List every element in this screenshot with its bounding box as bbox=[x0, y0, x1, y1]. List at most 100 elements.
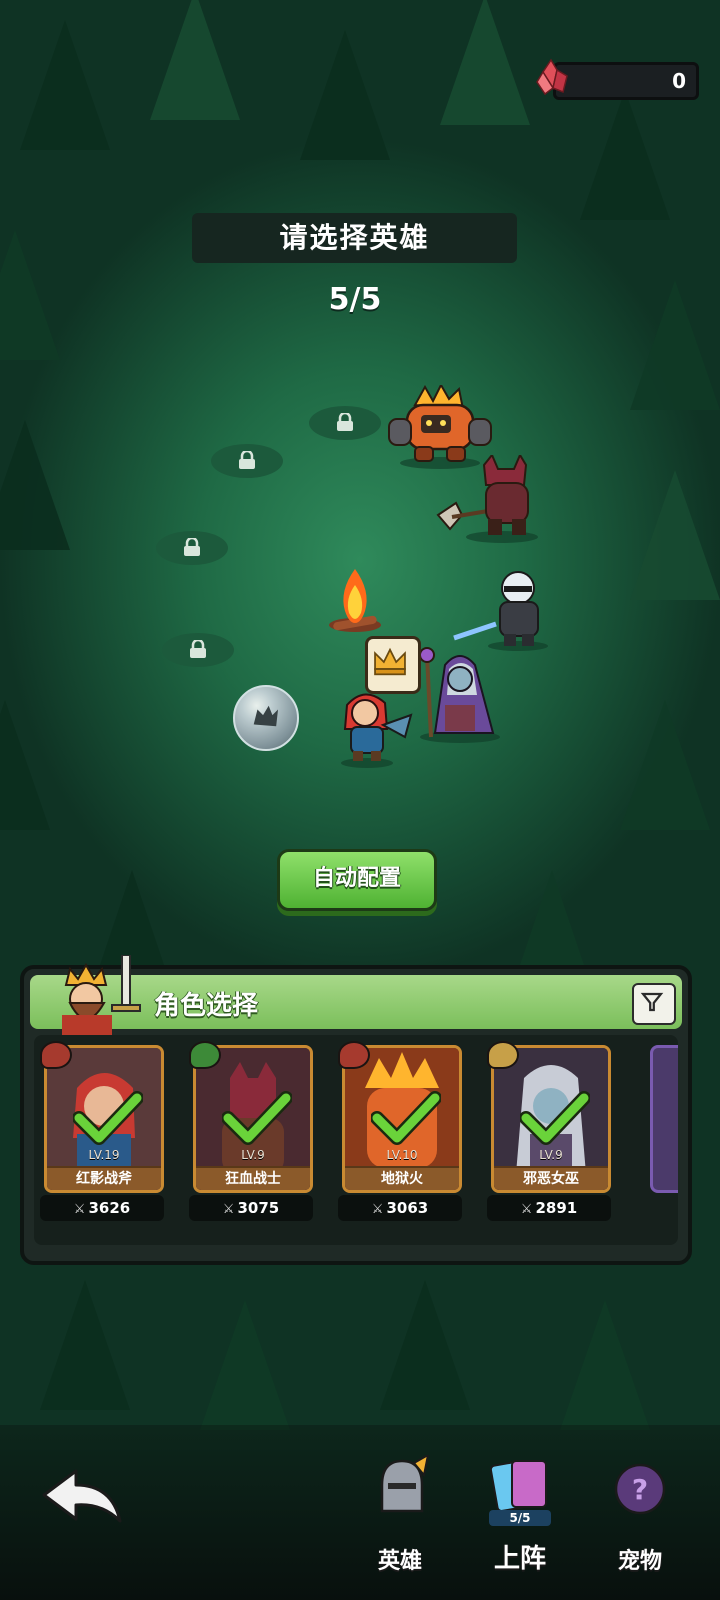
hero-level: LV.9 bbox=[241, 1148, 265, 1162]
background-tree bbox=[630, 470, 720, 600]
nav-pets-tab[interactable]: ? 宠物 bbox=[585, 1455, 695, 1575]
panel-title: 角色选择 bbox=[154, 991, 259, 1021]
hero-power-value: 3626 bbox=[88, 1199, 131, 1217]
leader-badge bbox=[365, 636, 421, 694]
hero-level: LV.9 bbox=[539, 1148, 563, 1162]
background-tree bbox=[520, 870, 584, 965]
strength-type-icon bbox=[338, 1041, 370, 1069]
lock-icon bbox=[337, 413, 353, 431]
hero-power: ⚔ 3626 bbox=[40, 1195, 164, 1221]
hero-name-plate: 红影战斧 bbox=[47, 1166, 161, 1190]
hero-card[interactable]: LV.19 红影战斧 ⚔ 3626 bbox=[40, 1041, 164, 1223]
background-tree bbox=[0, 420, 70, 550]
hero-card[interactable]: LV.9 邪恶女巫 ⚔ 2891 bbox=[487, 1041, 611, 1223]
hero-name-plate: 邪恶女巫 bbox=[494, 1166, 608, 1190]
role-selection-panel: 角色选择 LV.19 红影战斧 ⚔ 3626 LV.9 狂血战士 ⚔ 3075 … bbox=[20, 955, 692, 1265]
background-tree bbox=[40, 1280, 130, 1410]
back-button[interactable] bbox=[40, 1465, 126, 1535]
selected-check-icon bbox=[73, 1091, 143, 1145]
bottom-navigation: 英雄 5/5 上阵 ? 宠物 bbox=[0, 1425, 720, 1600]
background-tree bbox=[580, 90, 670, 220]
crossed-swords-icon: ⚔ bbox=[73, 1202, 86, 1217]
hero-card-partial[interactable] bbox=[650, 1045, 678, 1193]
background-tree bbox=[100, 870, 164, 965]
campfire-icon bbox=[329, 569, 381, 632]
panel-header: 角色选择 bbox=[30, 955, 682, 1035]
hero-name: 邪恶女巫 bbox=[523, 1171, 579, 1187]
hero-power: ⚔ 3075 bbox=[189, 1195, 313, 1221]
red-crystal-icon bbox=[536, 58, 568, 96]
lock-icon bbox=[239, 451, 255, 469]
background-tree bbox=[620, 700, 710, 830]
hero-card-list: LV.19 红影战斧 ⚔ 3626 LV.9 狂血战士 ⚔ 3075 LV.10… bbox=[34, 1035, 678, 1245]
nav-deploy-label: 上阵 bbox=[493, 1544, 546, 1574]
locked-slot[interactable] bbox=[156, 531, 228, 565]
background-tree bbox=[300, 30, 390, 160]
hero-name: 红影战斧 bbox=[76, 1171, 132, 1187]
nav-deploy-tab[interactable]: 5/5 上阵 bbox=[465, 1455, 575, 1575]
intellect-type-icon bbox=[487, 1041, 519, 1069]
background-tree bbox=[150, 0, 240, 120]
background-tree bbox=[20, 20, 110, 150]
swordsman-hero-sprite[interactable] bbox=[452, 568, 557, 653]
crossed-swords-icon: ⚔ bbox=[520, 1202, 533, 1217]
filter-button[interactable] bbox=[632, 983, 676, 1025]
filter-icon bbox=[640, 992, 664, 1012]
currency-bar: 0 bbox=[553, 62, 699, 100]
background-tree bbox=[380, 1280, 470, 1410]
svg-text:?: ? bbox=[632, 1473, 648, 1506]
king-avatar-icon bbox=[62, 955, 141, 1035]
background-tree bbox=[560, 1300, 650, 1430]
strength-type-icon bbox=[40, 1041, 72, 1069]
background-tree bbox=[630, 280, 720, 410]
hero-name: 地狱火 bbox=[381, 1171, 423, 1187]
gem-count: 0 bbox=[672, 69, 686, 93]
pet-silhouette-icon bbox=[253, 705, 279, 727]
nav-heroes-tab[interactable]: 英雄 bbox=[345, 1455, 455, 1575]
hero-name-plate: 地狱火 bbox=[345, 1166, 459, 1190]
pet-bubble[interactable] bbox=[233, 685, 299, 751]
crossed-swords-icon: ⚔ bbox=[222, 1202, 235, 1217]
selected-check-icon bbox=[520, 1091, 590, 1145]
hero-power-value: 2891 bbox=[535, 1199, 578, 1217]
crossed-swords-icon: ⚔ bbox=[371, 1202, 384, 1217]
hero-card[interactable]: LV.10 地狱火 ⚔ 3063 bbox=[338, 1041, 462, 1223]
locked-slot[interactable] bbox=[211, 444, 283, 478]
hero-name-plate: 狂血战士 bbox=[196, 1166, 310, 1190]
hero-level: LV.19 bbox=[88, 1148, 120, 1162]
game-scene: 0 请选择英雄 5/5 自动配置 角色选择 LV.19 红影战斧 ⚔ 3626 … bbox=[0, 0, 720, 1600]
auto-configure-button[interactable]: 自动配置 bbox=[277, 849, 437, 911]
hero-level: LV.10 bbox=[386, 1148, 418, 1162]
locked-slot[interactable] bbox=[309, 406, 381, 440]
locked-slot[interactable] bbox=[162, 633, 234, 667]
hero-power: ⚔ 2891 bbox=[487, 1195, 611, 1221]
berserker-hero-sprite[interactable] bbox=[432, 455, 547, 545]
background-tree bbox=[0, 700, 50, 830]
crown-icon bbox=[374, 647, 406, 676]
lock-icon bbox=[190, 640, 206, 658]
nav-pets-label: 宠物 bbox=[617, 1549, 662, 1574]
lock-icon bbox=[184, 538, 200, 556]
hero-power: ⚔ 3063 bbox=[338, 1195, 462, 1221]
select-hero-banner: 请选择英雄 bbox=[192, 213, 517, 263]
knight-helmet-icon bbox=[380, 1455, 430, 1513]
nav-heroes-label: 英雄 bbox=[377, 1549, 422, 1574]
gem-currency-display: 0 bbox=[535, 58, 700, 100]
background-tree bbox=[0, 230, 60, 360]
pet-egg-icon: ? bbox=[614, 1463, 666, 1515]
hero-power-value: 3063 bbox=[386, 1199, 429, 1217]
hero-power-value: 3075 bbox=[237, 1199, 280, 1217]
auto-configure-label: 自动配置 bbox=[312, 866, 401, 891]
selected-check-icon bbox=[222, 1091, 292, 1145]
background-tree bbox=[200, 1300, 290, 1430]
team-count-label: 5/5 bbox=[328, 282, 382, 317]
page-title: 请选择英雄 bbox=[279, 221, 430, 254]
deploy-count-badge: 5/5 bbox=[489, 1510, 551, 1526]
background-tree bbox=[440, 0, 530, 125]
hero-card[interactable]: LV.9 狂血战士 ⚔ 3075 bbox=[189, 1041, 313, 1223]
agility-type-icon bbox=[189, 1041, 221, 1069]
selected-check-icon bbox=[371, 1091, 441, 1145]
back-arrow-icon bbox=[42, 1469, 122, 1523]
red-shadow-axe-hero-sprite[interactable] bbox=[327, 685, 417, 770]
hero-name: 狂血战士 bbox=[225, 1171, 281, 1187]
